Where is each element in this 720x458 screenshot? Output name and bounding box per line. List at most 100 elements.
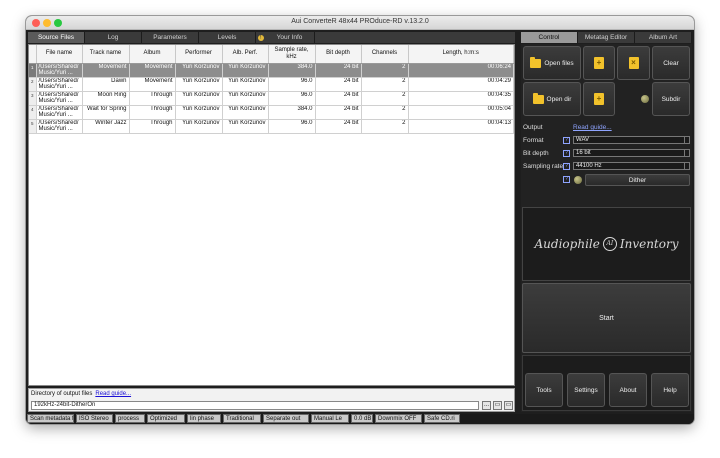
cell-length: 00:04:35 xyxy=(408,91,514,106)
start-button[interactable]: Start xyxy=(522,283,691,353)
folder-icon xyxy=(532,92,544,104)
table-row[interactable]: 2 /Users/Shared/ Music/Yuri ... Dawn Mov… xyxy=(29,77,514,92)
table-row[interactable]: 3 /Users/Shared/ Music/Yuri ... Moon Rin… xyxy=(29,91,514,106)
cell-sample-rate: 96.0 xyxy=(268,119,316,134)
app-window: Aui ConverteR 48x44 PROduce-RD v.13.2.0 … xyxy=(26,16,694,424)
status-safe-cd[interactable]: Safe CD.ri xyxy=(424,414,460,423)
cell-bit-depth: 24 bit xyxy=(315,77,362,92)
header-length[interactable]: Length, h:m:s xyxy=(408,45,514,64)
remove-files-button[interactable]: × xyxy=(617,46,650,80)
format-select[interactable]: WAV xyxy=(573,136,690,144)
subdir-button[interactable]: Subdir xyxy=(652,82,690,116)
cell-bit-depth: 24 bit xyxy=(315,119,362,134)
browse-directory-button[interactable]: ... xyxy=(482,401,491,410)
status-scan-metadata[interactable]: Scan metadata f xyxy=(27,414,74,423)
table-header-row: File name Track name Album Performer Alb… xyxy=(29,45,514,64)
output-directory-input[interactable]: 192kHz-24bit-DitherOn xyxy=(31,401,479,410)
status-manual-level[interactable]: Manual Le xyxy=(311,414,349,423)
cell-bit-depth: 24 bit xyxy=(315,105,362,120)
tab-levels[interactable]: Levels xyxy=(199,32,256,43)
cell-track-name: Dawn xyxy=(82,77,130,92)
about-button[interactable]: About xyxy=(609,373,647,407)
header-file-name[interactable]: File name xyxy=(36,45,83,64)
status-lin-phase[interactable]: lin phase xyxy=(187,414,221,423)
cell-sample-rate: 96.0 xyxy=(268,77,316,92)
output-label: Output xyxy=(523,124,543,131)
open-files-button[interactable]: Open files xyxy=(523,46,581,80)
row-index: 1 xyxy=(29,63,37,78)
status-gain[interactable]: 0.0 dB xyxy=(351,414,373,423)
cell-album-performer: Yuri Korzunov xyxy=(222,63,269,78)
subdir-toggle-knob[interactable] xyxy=(641,95,649,103)
tab-your-info[interactable]: Your Info xyxy=(265,32,315,43)
table-row[interactable]: 5 /Users/Shared/ Music/Yuri ... Winter J… xyxy=(29,119,514,134)
left-tab-bar: Source Files Log Parameters Levels ! You… xyxy=(28,32,515,43)
row-index: 4 xyxy=(29,105,37,120)
sampling-rate-help-icon[interactable]: ? xyxy=(563,163,570,170)
tab-album-art[interactable]: Album Art xyxy=(635,32,692,43)
output-guide-link[interactable]: Read guide... xyxy=(573,124,612,131)
cell-album: Movement xyxy=(129,77,176,92)
format-help-icon[interactable]: ? xyxy=(563,137,570,144)
cell-performer: Yuri Korzunov xyxy=(175,119,223,134)
bit-depth-help-icon[interactable]: ? xyxy=(563,150,570,157)
row-index: 3 xyxy=(29,91,37,106)
chevron-down-icon xyxy=(684,163,689,169)
status-process[interactable]: process xyxy=(115,414,145,423)
help-button[interactable]: Help xyxy=(651,373,689,407)
cell-album-performer: Yuri Korzunov xyxy=(222,105,269,120)
folder-icon xyxy=(530,56,542,68)
dither-toggle-knob[interactable] xyxy=(574,176,582,184)
table-row[interactable]: 1 /Users/Shared/ Music/Yuri ... Movement… xyxy=(29,63,514,78)
header-bit-depth[interactable]: Bit depth xyxy=(315,45,362,64)
cell-file-name: /Users/Shared/ Music/Yuri ... xyxy=(36,63,83,78)
cell-album-performer: Yuri Korzunov xyxy=(222,77,269,92)
open-dir-button[interactable]: Open dir xyxy=(523,82,581,116)
status-separate-out[interactable]: Separate out xyxy=(263,414,309,423)
cell-album: Through xyxy=(129,105,176,120)
dither-button[interactable]: Dither xyxy=(585,174,690,186)
status-downmix[interactable]: Downmix OFF xyxy=(375,414,422,423)
cell-channels: 2 xyxy=(361,91,409,106)
table-row[interactable]: 4 /Users/Shared/ Music/Yuri ... Wait for… xyxy=(29,105,514,120)
sampling-rate-select[interactable]: 44100 Hz xyxy=(573,162,690,170)
dither-help-icon[interactable]: ? xyxy=(563,176,570,183)
directory-options-icon[interactable]: ▭ xyxy=(504,401,513,410)
cell-channels: 2 xyxy=(361,105,409,120)
header-album[interactable]: Album xyxy=(129,45,176,64)
cell-album: Through xyxy=(129,119,176,134)
output-directory-guide-link[interactable]: Read guide... xyxy=(95,391,131,397)
header-track-name[interactable]: Track name xyxy=(82,45,130,64)
open-directory-icon[interactable]: ▭ xyxy=(493,401,502,410)
tab-source-files[interactable]: Source Files xyxy=(28,32,85,43)
bit-depth-select[interactable]: 16 bit xyxy=(573,149,690,157)
bit-depth-label: Bit depth xyxy=(523,150,549,157)
status-traditional[interactable]: Traditional xyxy=(223,414,261,423)
cell-sample-rate: 96.0 xyxy=(268,91,316,106)
cell-track-name: Moon Ring xyxy=(82,91,130,106)
add-file-icon: + xyxy=(594,57,604,69)
header-channels[interactable]: Channels xyxy=(361,45,409,64)
header-sample-rate[interactable]: Sample rate, kHz xyxy=(268,45,316,64)
status-optimized[interactable]: Optimized xyxy=(147,414,185,423)
cell-bit-depth: 24 bit xyxy=(315,91,362,106)
clear-button[interactable]: Clear xyxy=(652,46,690,80)
cell-length: 00:04:13 xyxy=(408,119,514,134)
cell-performer: Yuri Korzunov xyxy=(175,63,223,78)
tools-button[interactable]: Tools xyxy=(525,373,563,407)
add-files-button[interactable]: + xyxy=(583,46,615,80)
status-iso-stereo[interactable]: ISO Stereo xyxy=(76,414,113,423)
window-title: Aui ConverteR 48x44 PROduce-RD v.13.2.0 xyxy=(291,18,429,25)
cell-performer: Yuri Korzunov xyxy=(175,105,223,120)
tab-log[interactable]: Log xyxy=(85,32,142,43)
settings-button[interactable]: Settings xyxy=(567,373,605,407)
add-folder-button[interactable]: + xyxy=(583,82,615,116)
header-album-performer[interactable]: Alb. Perf. xyxy=(222,45,269,64)
output-directory-panel: Directory of output files Read guide... 1… xyxy=(28,388,515,412)
tab-metatag-editor[interactable]: Metatag Editor xyxy=(578,32,635,43)
tab-control[interactable]: Control xyxy=(521,32,578,43)
header-performer[interactable]: Performer xyxy=(175,45,223,64)
tab-parameters[interactable]: Parameters xyxy=(142,32,199,43)
add-folder-icon: + xyxy=(594,93,604,105)
cell-channels: 2 xyxy=(361,63,409,78)
